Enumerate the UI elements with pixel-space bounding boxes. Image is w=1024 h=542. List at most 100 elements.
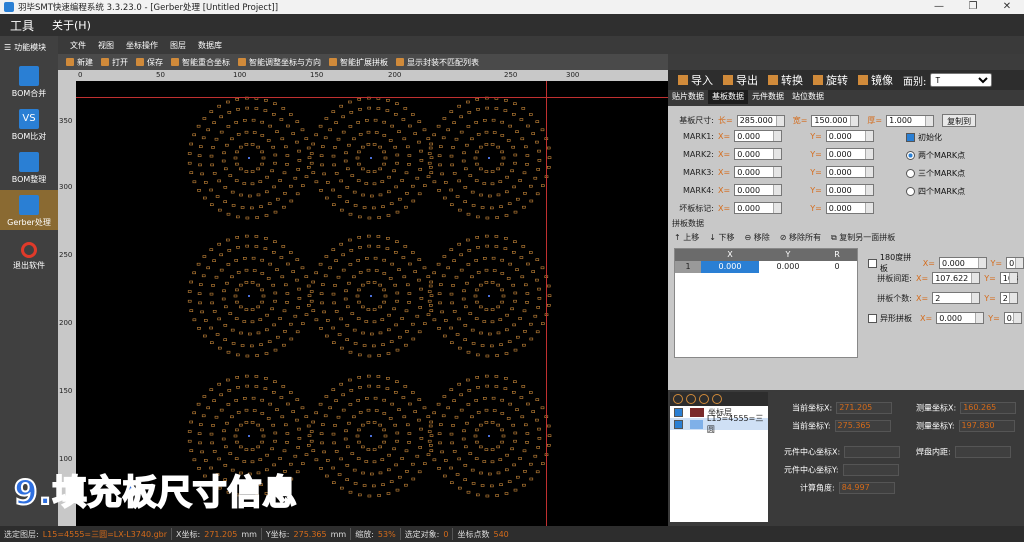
- pad: [212, 449, 217, 453]
- mark3-y-input[interactable]: 0.000: [825, 166, 874, 178]
- refresh-layer-icon[interactable]: [699, 394, 709, 404]
- rotate-button[interactable]: 旋转: [813, 72, 848, 88]
- pad: [404, 449, 409, 453]
- gap-x-input[interactable]: 107.622: [932, 272, 981, 284]
- pad: [267, 340, 272, 344]
- nav-bom-compare[interactable]: VS BOM比对: [0, 104, 58, 144]
- copy-to-button[interactable]: 复制到: [942, 114, 977, 127]
- menu-database[interactable]: 数据库: [198, 40, 222, 51]
- mark1-x-input[interactable]: 0.000: [734, 130, 783, 142]
- close-icon[interactable]: ✕: [990, 0, 1024, 14]
- pad: [323, 136, 328, 140]
- two-mark-radio[interactable]: [906, 151, 915, 160]
- tab-station[interactable]: 站位数据: [788, 90, 828, 104]
- bad-mark-x-input[interactable]: 0.000: [734, 202, 783, 214]
- pad: [525, 163, 529, 166]
- mismatch-list-button[interactable]: 显示封装不匹配列表: [396, 57, 479, 68]
- table-row[interactable]: 1 0.000 0.000 0: [675, 261, 857, 273]
- remove-all-button[interactable]: ⊘ 移除所有: [780, 232, 821, 243]
- pad: [466, 490, 471, 494]
- pad: [358, 132, 363, 136]
- import-button[interactable]: 导入: [678, 72, 713, 88]
- pad: [259, 343, 263, 347]
- pad: [386, 237, 390, 240]
- pad: [334, 449, 339, 453]
- list-icon: [396, 58, 404, 66]
- count-x-input[interactable]: 2: [932, 292, 981, 304]
- rot180-y-input[interactable]: 0.0: [1006, 257, 1024, 269]
- mirror-button[interactable]: 镜像: [858, 72, 893, 88]
- pad: [523, 192, 527, 195]
- new-button[interactable]: 新建: [66, 57, 93, 68]
- pad: [230, 415, 234, 419]
- color-layer-icon[interactable]: [712, 394, 722, 404]
- move-down-button[interactable]: ↓ 下移: [709, 232, 734, 243]
- pad: [280, 415, 285, 419]
- mark4-y-input[interactable]: 0.000: [825, 184, 874, 196]
- gap-y-input[interactable]: 108: [999, 272, 1018, 284]
- remove-button[interactable]: ⊖ 移除: [745, 232, 770, 243]
- move-up-button[interactable]: ↑ 上移: [674, 232, 699, 243]
- pad: [480, 206, 485, 209]
- tab-component[interactable]: 元件数据: [748, 90, 788, 104]
- four-mark-radio[interactable]: [906, 187, 915, 196]
- menu-tools[interactable]: 工具: [10, 17, 34, 34]
- three-mark-radio[interactable]: [906, 169, 915, 178]
- pad: [512, 185, 516, 189]
- rotate180-checkbox[interactable]: [868, 258, 877, 268]
- irregular-checkbox[interactable]: [868, 313, 877, 323]
- irregular-y-input[interactable]: 0.0: [1003, 312, 1022, 324]
- menu-about[interactable]: 关于(H): [52, 17, 91, 33]
- irregular-x-input[interactable]: 0.000: [936, 312, 985, 324]
- menu-layers[interactable]: 图层: [170, 40, 186, 51]
- pad: [499, 205, 503, 208]
- remove-layer-icon[interactable]: [686, 394, 696, 404]
- mark1-y-input[interactable]: 0.000: [825, 130, 874, 142]
- pad: [378, 471, 383, 475]
- count-y-input[interactable]: 2: [999, 292, 1018, 304]
- tab-board[interactable]: 基板数据: [708, 90, 748, 104]
- export-button[interactable]: 导出: [723, 72, 758, 88]
- mark4-x-input[interactable]: 0.000: [734, 184, 783, 196]
- menu-file[interactable]: 文件: [70, 40, 86, 51]
- smart-merge-button[interactable]: 智能重合坐标: [171, 57, 230, 68]
- maximize-icon[interactable]: ❐: [956, 0, 990, 14]
- rot180-x-input[interactable]: 0.000: [938, 257, 987, 269]
- pad: [392, 307, 396, 311]
- convert-button[interactable]: 转换: [768, 72, 803, 88]
- mark3-x-input[interactable]: 0.000: [734, 166, 783, 178]
- add-layer-icon[interactable]: [673, 394, 683, 404]
- nav-exit[interactable]: 退出软件: [0, 233, 58, 273]
- pad: [261, 294, 266, 298]
- save-button[interactable]: 保存: [136, 57, 163, 68]
- gerber-canvas[interactable]: 0 50 100 150 200 250 300 350 300 250 200…: [58, 70, 668, 526]
- pad: [234, 399, 238, 402]
- bad-mark-y-input[interactable]: 0.000: [825, 202, 874, 214]
- init-checkbox[interactable]: [906, 133, 915, 142]
- pad: [471, 342, 476, 345]
- copy-other-side-button[interactable]: ⧉ 复制另一面拼板: [831, 232, 895, 243]
- board-thickness-input[interactable]: 1.000: [886, 114, 935, 127]
- tab-placement[interactable]: 贴片数据: [668, 90, 708, 104]
- mark2-y-input[interactable]: 0.000: [825, 148, 874, 160]
- nav-bom-merge[interactable]: BOM合并: [0, 61, 58, 101]
- smart-extend-button[interactable]: 智能扩展拼板: [329, 57, 388, 68]
- board-length-input[interactable]: 285.000: [736, 114, 785, 127]
- pad: [306, 146, 311, 150]
- nav-gerber[interactable]: Gerber处理: [0, 190, 58, 230]
- board-width-input[interactable]: 150.000: [811, 114, 860, 127]
- merge-icon: [171, 58, 179, 66]
- center-mark: [370, 435, 372, 437]
- menu-coord-ops[interactable]: 坐标操作: [126, 40, 158, 51]
- smart-adjust-button[interactable]: 智能调整坐标与方向: [238, 57, 321, 68]
- open-button[interactable]: 打开: [101, 57, 128, 68]
- pad: [367, 354, 372, 358]
- minimize-icon[interactable]: —: [922, 0, 956, 14]
- pad: [419, 159, 424, 162]
- menu-view[interactable]: 视图: [98, 40, 114, 51]
- mark2-x-input[interactable]: 0.000: [734, 148, 783, 160]
- face-select[interactable]: T: [930, 73, 993, 87]
- nav-bom-organize[interactable]: BOM整理: [0, 147, 58, 187]
- window-title: 羽毕SMT快速编程系统 3.3.23.0 - [Gerber处理 [Untitl…: [18, 3, 279, 13]
- layer-item[interactable]: L15=4555=三圆: [670, 414, 768, 434]
